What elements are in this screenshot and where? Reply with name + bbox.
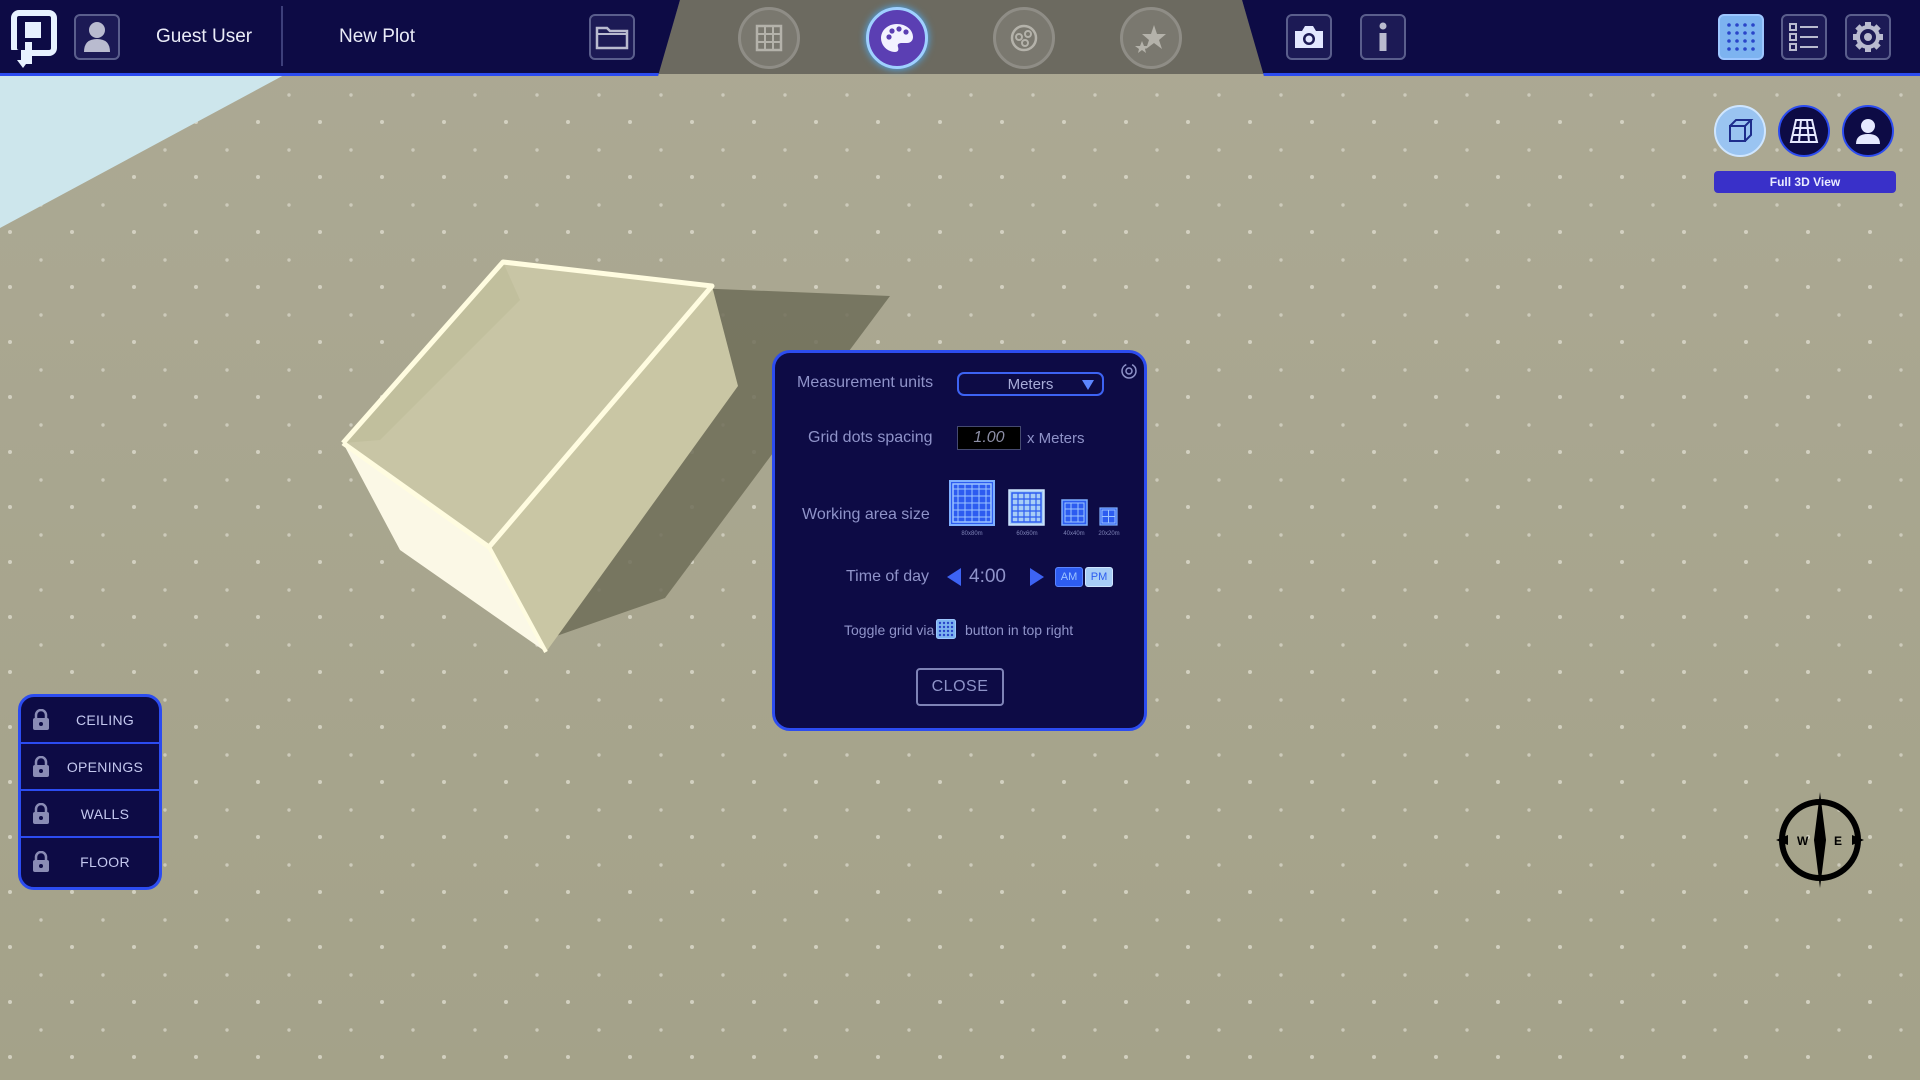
layer-lock-panel: CEILING OPENINGS WALLS FLOOR: [18, 694, 162, 890]
grid-dots-icon: [936, 619, 956, 644]
time-increase-arrow-icon[interactable]: [1030, 568, 1044, 586]
toggle-grid-hint-prefix: Toggle grid via: [844, 622, 935, 638]
compass-needle-south: [1814, 840, 1826, 888]
folder-icon: [595, 26, 629, 50]
small-grid-icon: [1061, 499, 1088, 526]
list-view-button[interactable]: [1781, 14, 1827, 60]
large-grid-icon: [949, 480, 995, 526]
cube-icon: [1729, 119, 1754, 142]
list-icon: [1789, 23, 1818, 51]
working-area-label: Working area size: [802, 506, 930, 523]
lock-floor-button[interactable]: FLOOR: [21, 838, 159, 885]
user-name: Guest User: [156, 26, 253, 47]
time-of-day-label: Time of day: [846, 568, 929, 585]
person-icon: [1856, 119, 1880, 144]
lock-ceiling-button[interactable]: CEILING: [21, 697, 159, 744]
measurement-units-select[interactable]: Meters: [957, 372, 1104, 396]
compass[interactable]: W E: [1770, 790, 1870, 890]
measurement-units-value: Meters: [1007, 375, 1054, 393]
logo-icon: [11, 10, 57, 68]
floor-plan-icon: [1789, 119, 1819, 143]
objects-icon: [1010, 24, 1038, 52]
favorites-tool-button[interactable]: [1120, 7, 1182, 69]
settings-dialog: Measurement units Meters Grid dots spaci…: [772, 350, 1147, 731]
lock-label: CEILING: [75, 711, 135, 728]
toggle-grid-button[interactable]: [1718, 14, 1764, 60]
close-button[interactable]: CLOSE: [916, 668, 1004, 706]
screenshot-button[interactable]: [1286, 14, 1332, 60]
grid-tool-button[interactable]: [738, 7, 800, 69]
working-area-option-label: 40x40m: [1063, 531, 1085, 537]
info-icon: [1379, 22, 1387, 51]
lock-label: WALLS: [80, 805, 130, 822]
grid-spacing-label: Grid dots spacing: [808, 429, 933, 446]
lock-label: FLOOR: [80, 853, 130, 870]
top-bar-divider: [281, 6, 283, 66]
tiny-grid-icon: [1099, 507, 1118, 526]
full-3d-view-button[interactable]: [1714, 105, 1766, 157]
working-area-option-60[interactable]: [1008, 489, 1045, 526]
app-logo[interactable]: [10, 10, 62, 72]
gear-icon: [1853, 22, 1883, 52]
plot-name[interactable]: New Plot: [339, 26, 415, 48]
palette-icon: [881, 24, 913, 52]
time-decrease-arrow-icon[interactable]: [947, 568, 961, 586]
grid-spacing-input[interactable]: [957, 426, 1021, 450]
am-toggle[interactable]: AM: [1055, 567, 1083, 587]
working-area-option-label: 80x80m: [961, 531, 983, 537]
working-area-option-20[interactable]: [1099, 507, 1118, 526]
lock-walls-button[interactable]: WALLS: [21, 791, 159, 838]
user-avatar-button[interactable]: [74, 14, 120, 60]
compass-east-label: E: [1834, 834, 1842, 848]
view-mode-label: Full 3D View: [1714, 171, 1896, 193]
toggle-grid-hint-suffix: button in top right: [965, 622, 1074, 638]
compass-needle-north: [1814, 792, 1826, 840]
reset-icon[interactable]: [1120, 362, 1138, 385]
medium-grid-icon: [1008, 489, 1045, 526]
favorites-icon: [1135, 25, 1166, 53]
chevron-down-icon: [1082, 380, 1094, 390]
padlock-icon: [21, 755, 61, 778]
working-area-option-40[interactable]: [1061, 499, 1088, 526]
padlock-icon: [21, 802, 61, 825]
compass-west-label: W: [1797, 834, 1809, 848]
grid-dots-icon: [1727, 23, 1755, 51]
top-down-view-button[interactable]: [1778, 105, 1830, 157]
padlock-icon: [21, 708, 61, 731]
user-icon: [84, 22, 110, 52]
palette-tool-button[interactable]: [866, 7, 928, 69]
camera-icon: [1295, 26, 1323, 48]
working-area-option-label: 60x60m: [1016, 531, 1038, 537]
working-area-option-80[interactable]: [949, 480, 995, 526]
measurement-units-label: Measurement units: [797, 374, 934, 391]
lock-label: OPENINGS: [66, 758, 144, 775]
working-area-option-label: 20x20m: [1098, 531, 1120, 537]
grid-tool-icon: [755, 24, 783, 52]
objects-tool-button[interactable]: [993, 7, 1055, 69]
time-of-day-value: 4:00: [969, 566, 1006, 587]
pm-toggle[interactable]: PM: [1085, 567, 1113, 587]
padlock-icon: [21, 850, 61, 873]
settings-button[interactable]: [1845, 14, 1891, 60]
open-file-button[interactable]: [589, 14, 635, 60]
info-button[interactable]: [1360, 14, 1406, 60]
grid-spacing-unit: x Meters: [1027, 430, 1085, 447]
first-person-view-button[interactable]: [1842, 105, 1894, 157]
lock-openings-button[interactable]: OPENINGS: [21, 744, 159, 791]
